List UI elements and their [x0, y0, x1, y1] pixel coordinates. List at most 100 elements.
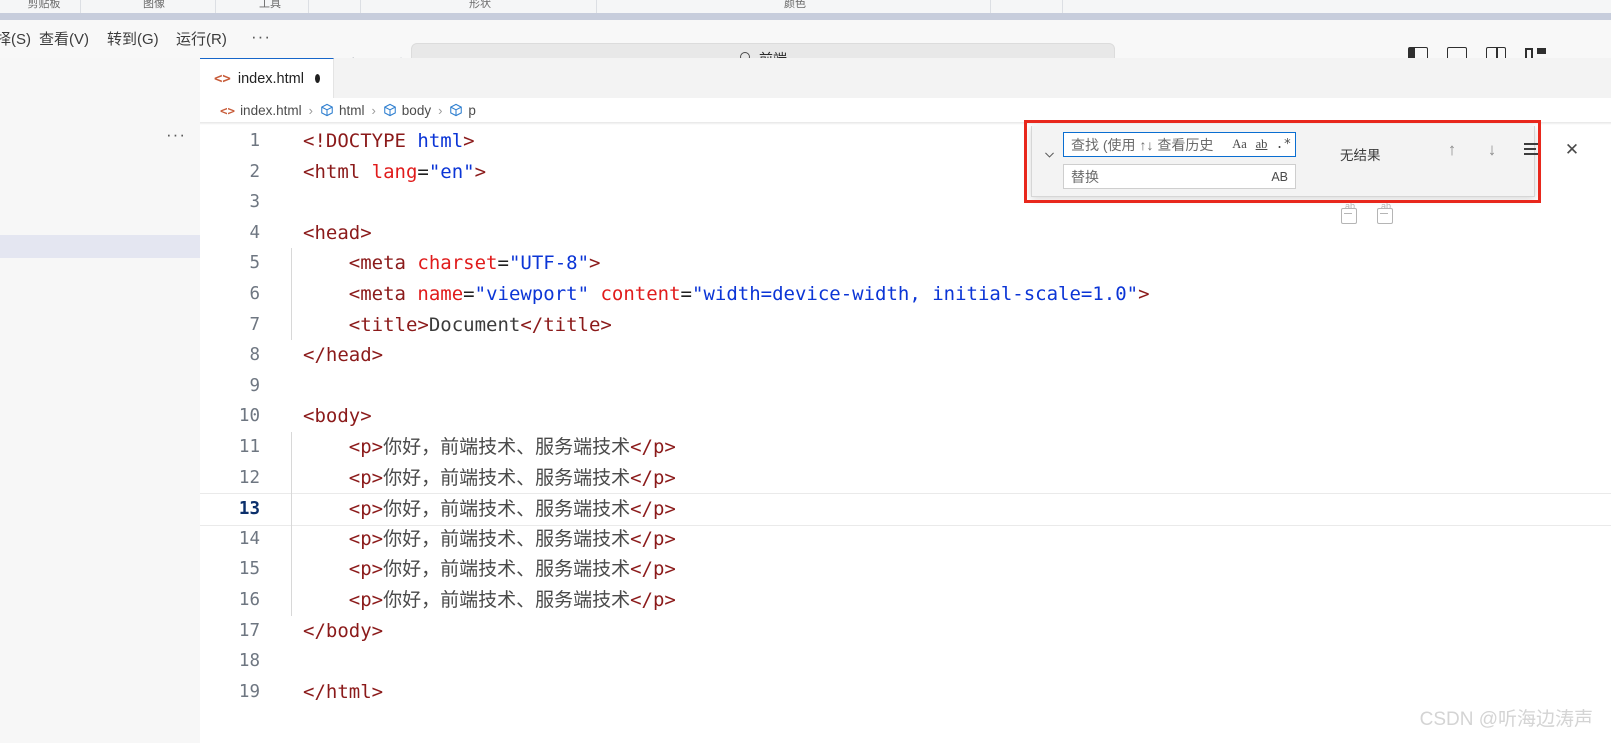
breadcrumb-item-p[interactable]: p — [449, 103, 476, 118]
replace-all-icon[interactable]: ab — [1376, 201, 1395, 225]
line-content: <p>你好，前端技术、服务端技术</p> — [348, 466, 676, 489]
symbol-cube-icon — [449, 103, 463, 117]
code-line[interactable]: 4 <head> — [200, 218, 1611, 249]
find-replace-widget: 查找 (使用 ↑↓ 查看历史 Aa ab .* 无结果 ↑ ↓ ✕ 替换 AB … — [1031, 126, 1579, 224]
indent-guide — [291, 432, 292, 616]
code-line[interactable]: 8 </head> — [200, 340, 1611, 371]
breadcrumb-separator: › — [438, 102, 443, 118]
menu-item-view[interactable]: 查看(V) — [37, 29, 91, 51]
ribbon-label-clipboard: 剪贴板 — [27, 0, 61, 10]
background-app-ribbon-strip: 剪贴板 图像 工具 形状 颜色 — [0, 0, 1611, 14]
code-line[interactable]: 9 — [200, 371, 1611, 402]
code-line[interactable]: 15 <p>你好，前端技术、服务端技术</p> — [200, 554, 1611, 585]
menu-item-run[interactable]: 运行(R) — [174, 29, 229, 51]
symbol-cube-icon — [383, 103, 397, 117]
line-number: 7 — [249, 314, 260, 335]
chevron-down-icon[interactable] — [1040, 148, 1058, 168]
ribbon-label-shapes: 形状 — [469, 0, 491, 10]
menu-item-selection[interactable]: 择(S) — [0, 29, 33, 51]
line-content: <meta name="viewport" content="width=dev… — [348, 283, 1150, 305]
tab-index-html[interactable]: <> index.html — [200, 58, 334, 98]
primary-sidebar: ··· — [0, 58, 201, 743]
regex-toggle[interactable]: .* — [1275, 136, 1292, 154]
line-number: 9 — [249, 375, 260, 396]
ribbon-label-colors: 颜色 — [784, 0, 806, 10]
code-editor[interactable]: 1 <!DOCTYPE html> 2 <html lang="en"> 3 4 <head… — [200, 122, 1611, 743]
background-app-band — [0, 13, 1611, 20]
line-number: 12 — [238, 467, 260, 488]
line-number: 18 — [238, 651, 260, 672]
breadcrumb-item-html[interactable]: html — [320, 102, 365, 118]
breadcrumb-item-file[interactable]: <> index.html — [220, 103, 302, 118]
menu-item-more[interactable]: ··· — [251, 28, 271, 50]
line-number: 3 — [249, 192, 260, 213]
code-line[interactable]: 17 </body> — [200, 616, 1611, 647]
replace-row: 替换 AB ab ab — [1063, 164, 1393, 224]
code-line[interactable]: 13 <p>你好，前端技术、服务端技术</p> — [200, 493, 1611, 526]
menu-item-goto[interactable]: 转到(G) — [105, 29, 161, 51]
line-content: <p>你好，前端技术、服务端技术</p> — [348, 436, 676, 458]
ribbon-label-tools: 工具 — [259, 0, 281, 10]
replace-one-icon[interactable]: ab — [1340, 201, 1359, 225]
find-in-selection-icon[interactable] — [1523, 140, 1541, 160]
find-previous-icon[interactable]: ↑ — [1443, 140, 1461, 160]
line-content: </head> — [303, 344, 384, 367]
code-line[interactable]: 18 — [200, 646, 1611, 677]
breadcrumb-separator: › — [308, 102, 313, 118]
whole-word-toggle[interactable]: ab — [1253, 136, 1270, 154]
code-line[interactable]: 12 <p>你好，前端技术、服务端技术</p> — [200, 463, 1611, 494]
line-number: 11 — [238, 437, 260, 457]
line-content: <title>Document</title> — [348, 313, 612, 336]
line-number: 4 — [249, 222, 260, 243]
line-content: <html lang="en"> — [303, 160, 487, 183]
line-content: <head> — [303, 221, 372, 244]
html-file-icon: <> — [220, 102, 236, 118]
breadcrumb-item-body[interactable]: body — [383, 103, 431, 118]
code-line[interactable]: 5 <meta charset="UTF-8"> — [200, 248, 1611, 279]
line-content: </body> — [303, 619, 384, 642]
match-case-toggle[interactable]: Aa — [1231, 136, 1248, 154]
find-input[interactable]: 查找 (使用 ↑↓ 查看历史 Aa ab .* — [1063, 132, 1296, 157]
symbol-cube-icon — [320, 103, 334, 117]
line-content: <p>你好，前端技术、服务端技术</p> — [348, 498, 676, 521]
scroll-shadow — [200, 122, 1611, 125]
sidebar-more-actions[interactable]: ··· — [166, 126, 186, 144]
code-line[interactable]: 11 <p>你好，前端技术、服务端技术</p> — [200, 432, 1611, 463]
find-action-buttons: ↑ ↓ ✕ — [1443, 140, 1581, 160]
tab-dirty-indicator[interactable] — [314, 74, 320, 83]
find-input-placeholder: 查找 (使用 ↑↓ 查看历史 — [1071, 136, 1214, 153]
find-next-icon[interactable]: ↓ — [1483, 140, 1501, 160]
code-line[interactable]: 7 <title>Document</title> — [200, 310, 1611, 341]
code-line[interactable]: 6 <meta name="viewport" content="width=d… — [200, 279, 1611, 310]
code-line[interactable]: 19 </html> — [200, 677, 1611, 708]
line-content: <p>你好，前端技术、服务端技术</p> — [348, 558, 676, 581]
find-row: 查找 (使用 ↑↓ 查看历史 Aa ab .* 无结果 ↑ ↓ ✕ — [1063, 132, 1579, 163]
line-number: 17 — [238, 620, 260, 641]
line-number: 16 — [238, 590, 260, 610]
line-content: <meta charset="UTF-8"> — [348, 252, 601, 275]
code-line[interactable]: 10 <body> — [200, 401, 1611, 432]
replace-input-placeholder: 替换 — [1071, 168, 1099, 185]
breadcrumb-label: body — [401, 102, 432, 118]
replace-input[interactable]: 替换 AB — [1063, 164, 1296, 189]
line-number: 1 — [249, 131, 260, 151]
vscode-window: 剪贴板 图像 工具 形状 颜色 择(S) 查看(V) 转到(G) 运行(R) ·… — [0, 0, 1611, 743]
breadcrumb: <> index.html › html › body › p — [200, 98, 1611, 122]
line-content: <p>你好，前端技术、服务端技术</p> — [348, 527, 676, 550]
breadcrumb-separator: › — [371, 102, 376, 118]
breadcrumb-label: html — [338, 102, 365, 118]
sidebar-selected-row[interactable] — [0, 235, 200, 258]
preserve-case-toggle[interactable]: AB — [1271, 170, 1292, 184]
editor-tab-bar: <> index.html — [200, 58, 1611, 99]
code-line[interactable]: 16 <p>你好，前端技术、服务端技术</p> — [200, 585, 1611, 616]
line-number: 19 — [238, 681, 260, 702]
line-number: 14 — [238, 528, 260, 549]
line-content: <!DOCTYPE html> — [303, 130, 475, 152]
tab-label: index.html — [237, 70, 304, 87]
code-line[interactable]: 14 <p>你好，前端技术、服务端技术</p> — [200, 524, 1611, 555]
find-option-toggles: Aa ab .* — [1231, 136, 1292, 154]
html-file-icon: <> — [214, 70, 231, 87]
line-number: 5 — [249, 253, 260, 274]
close-icon[interactable]: ✕ — [1563, 140, 1581, 160]
line-number: 6 — [249, 284, 260, 304]
